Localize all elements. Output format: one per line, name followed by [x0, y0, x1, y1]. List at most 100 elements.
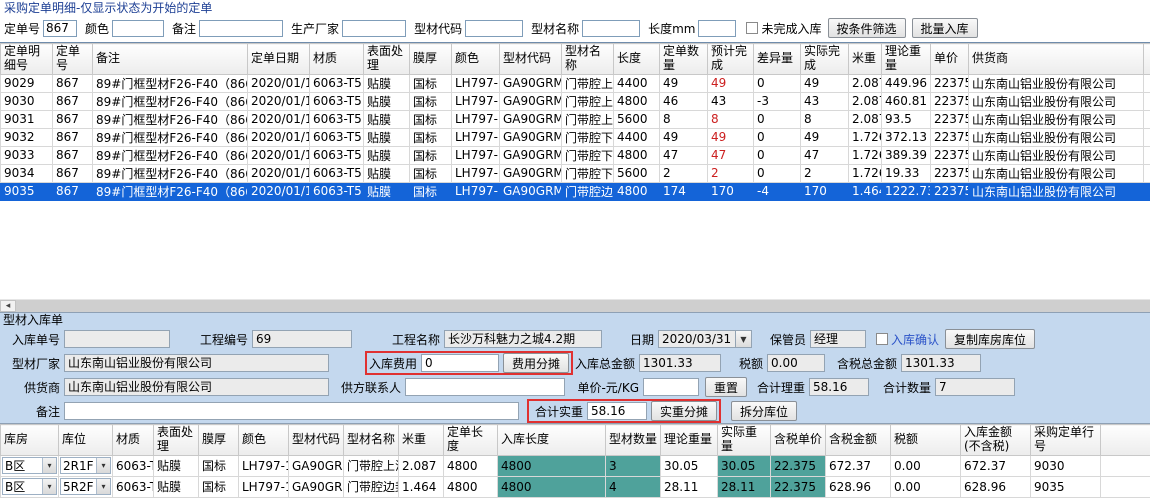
location-combo[interactable]: 2R1F▾ [60, 457, 111, 474]
order-no-input[interactable] [43, 20, 77, 37]
remark-input[interactable] [199, 20, 283, 37]
total-theory-field[interactable]: 58.16 [809, 378, 869, 396]
column-header[interactable]: 型材代码 [500, 44, 562, 75]
column-header[interactable]: 理论重量 [661, 425, 718, 456]
horizontal-scrollbar[interactable]: ◂ [0, 299, 1150, 312]
table-row[interactable]: 902986789#门框型材F26-F40（866+867）2020/01/13… [1, 74, 1150, 92]
location-combo[interactable]: 5R2F▾ [60, 478, 111, 495]
column-header[interactable]: 长度 [614, 44, 660, 75]
table-row[interactable]: 903086789#门框型材F26-F40（866+867）2020/01/13… [1, 92, 1150, 110]
table-row[interactable]: 903486789#门框型材F26-F40（866+867）2020/01/13… [1, 164, 1150, 182]
scroll-left-icon[interactable]: ◂ [0, 300, 16, 312]
column-header[interactable]: 备注 [93, 44, 248, 75]
column-header[interactable]: 膜厚 [410, 44, 452, 75]
column-header[interactable]: 定单长度 [444, 425, 498, 456]
column-header[interactable]: 定单数量 [660, 44, 708, 75]
inbound-grid-area: 库房库位材质表面处理膜厚颜色型材代码型材名称米重定单长度入库长度型材数量理论重量… [0, 423, 1150, 498]
column-header[interactable]: 理论重量 [882, 44, 931, 75]
fee-split-button[interactable]: 费用分摊 [503, 353, 569, 373]
table-cell: 山东南山铝业股份有限公司 [969, 128, 1144, 146]
table-row[interactable]: B区▾2R1F▾6063-T5贴膜国标LH797-1LL0GA90GRM03门带… [1, 455, 1150, 476]
table-cell: 6063-T5 [310, 128, 364, 146]
column-header[interactable]: 含税单价 [771, 425, 826, 456]
bottom-remark-input[interactable] [64, 402, 519, 420]
batch-inbound-button[interactable]: 批量入库 [912, 18, 978, 38]
column-header[interactable]: 差异量 [754, 44, 801, 75]
filter-by-condition-button[interactable]: 按条件筛选 [828, 18, 906, 38]
tax-field[interactable]: 0.00 [767, 354, 825, 372]
receipt-no-field[interactable] [64, 330, 170, 348]
column-header[interactable] [1101, 425, 1150, 456]
column-header[interactable]: 型材数量 [606, 425, 661, 456]
table-row[interactable]: 903186789#门框型材F26-F40（866+867）2020/01/13… [1, 110, 1150, 128]
project-name-field[interactable]: 长沙万科魅力之城4.2期 [444, 330, 602, 348]
column-header[interactable]: 材质 [113, 425, 154, 456]
total-amount-field[interactable]: 1301.33 [639, 354, 721, 372]
profile-code-input[interactable] [465, 20, 523, 37]
scrollbar-thumb[interactable] [16, 300, 1150, 312]
column-header[interactable]: 型材名称 [562, 44, 614, 75]
copy-warehouse-location-button[interactable]: 复制库房库位 [945, 329, 1035, 349]
unit-price-input[interactable] [643, 378, 699, 396]
table-row[interactable]: B区▾5R2F▾6063-T5贴膜国标LH797-1LL0GA90GRM05门带… [1, 476, 1150, 497]
total-with-tax-field[interactable]: 1301.33 [901, 354, 981, 372]
column-header[interactable]: 实际完成 [801, 44, 849, 75]
column-header[interactable]: 入库长度 [498, 425, 606, 456]
warehouse-combo[interactable]: B区▾ [2, 478, 57, 495]
actual-weight-split-button[interactable]: 实重分摊 [651, 401, 717, 421]
column-header[interactable]: 定单日期 [248, 44, 310, 75]
table-row[interactable]: 903286789#门框型材F26-F40（866+867）2020/01/13… [1, 128, 1150, 146]
column-header[interactable]: 米重 [399, 425, 444, 456]
project-no-field[interactable]: 69 [252, 330, 352, 348]
length-input[interactable] [698, 20, 736, 37]
calendar-dropdown-icon[interactable]: ▼ [736, 330, 752, 348]
column-header[interactable]: 采购定单行号 [1031, 425, 1101, 456]
table-row[interactable]: 903386789#门框型材F26-F40（866+867）2020/01/13… [1, 146, 1150, 164]
split-location-button[interactable]: 拆分库位 [731, 401, 797, 421]
total-actual-input[interactable] [587, 402, 647, 420]
column-header[interactable]: 定单明细号 [1, 44, 53, 75]
table-row[interactable]: 903586789#门框型材F26-F40（866+867）2020/01/13… [1, 182, 1150, 200]
column-header[interactable]: 材质 [310, 44, 364, 75]
column-header[interactable]: 表面处理 [154, 425, 199, 456]
supplier-contact-input[interactable] [405, 378, 565, 396]
dropdown-icon[interactable]: ▾ [96, 458, 110, 473]
dropdown-icon[interactable]: ▾ [42, 458, 56, 473]
column-header[interactable]: 税额 [891, 425, 961, 456]
column-header[interactable]: 型材名称 [344, 425, 399, 456]
column-header[interactable]: 膜厚 [199, 425, 239, 456]
factory-field[interactable]: 山东南山铝业股份有限公司 [64, 354, 329, 372]
column-header[interactable]: 表面处理 [364, 44, 410, 75]
keeper-field[interactable]: 经理 [810, 330, 866, 348]
fee-input[interactable] [421, 354, 499, 372]
supplier-field[interactable]: 山东南山铝业股份有限公司 [64, 378, 329, 396]
column-header[interactable]: 供货商 [969, 44, 1144, 75]
column-header[interactable]: 定单号 [53, 44, 93, 75]
unfinished-checkbox[interactable] [746, 22, 758, 34]
column-header[interactable]: 库位 [59, 425, 113, 456]
column-header[interactable]: 库房 [1, 425, 59, 456]
manufacturer-input[interactable] [342, 20, 406, 37]
column-header[interactable]: 预计完成 [708, 44, 754, 75]
unfinished-checkbox-label: 未完成入库 [761, 20, 821, 37]
reset-button[interactable]: 重置 [705, 377, 747, 397]
column-header[interactable]: 颜色 [452, 44, 500, 75]
column-header[interactable]: 米重 [849, 44, 882, 75]
column-header[interactable]: 含税金额 [826, 425, 891, 456]
table-cell: 0.00 [891, 476, 961, 497]
column-header[interactable] [1144, 44, 1150, 75]
warehouse-combo[interactable]: B区▾ [2, 457, 57, 474]
column-header[interactable]: 型材代码 [289, 425, 344, 456]
profile-name-input[interactable] [582, 20, 640, 37]
date-field[interactable]: 2020/03/31 [658, 330, 736, 348]
actual-weight-alert-box: 合计实重 实重分摊 [527, 399, 721, 423]
column-header[interactable]: 实际重量 [718, 425, 771, 456]
table-cell: GA90GRM05 [500, 182, 562, 200]
column-header[interactable]: 单价 [931, 44, 969, 75]
column-header[interactable]: 颜色 [239, 425, 289, 456]
total-qty-field[interactable]: 7 [935, 378, 1015, 396]
inbound-confirm-checkbox[interactable] [876, 333, 888, 345]
table-cell: 49 [708, 74, 754, 92]
color-input[interactable] [112, 20, 164, 37]
column-header[interactable]: 入库金额(不含税) [961, 425, 1031, 456]
